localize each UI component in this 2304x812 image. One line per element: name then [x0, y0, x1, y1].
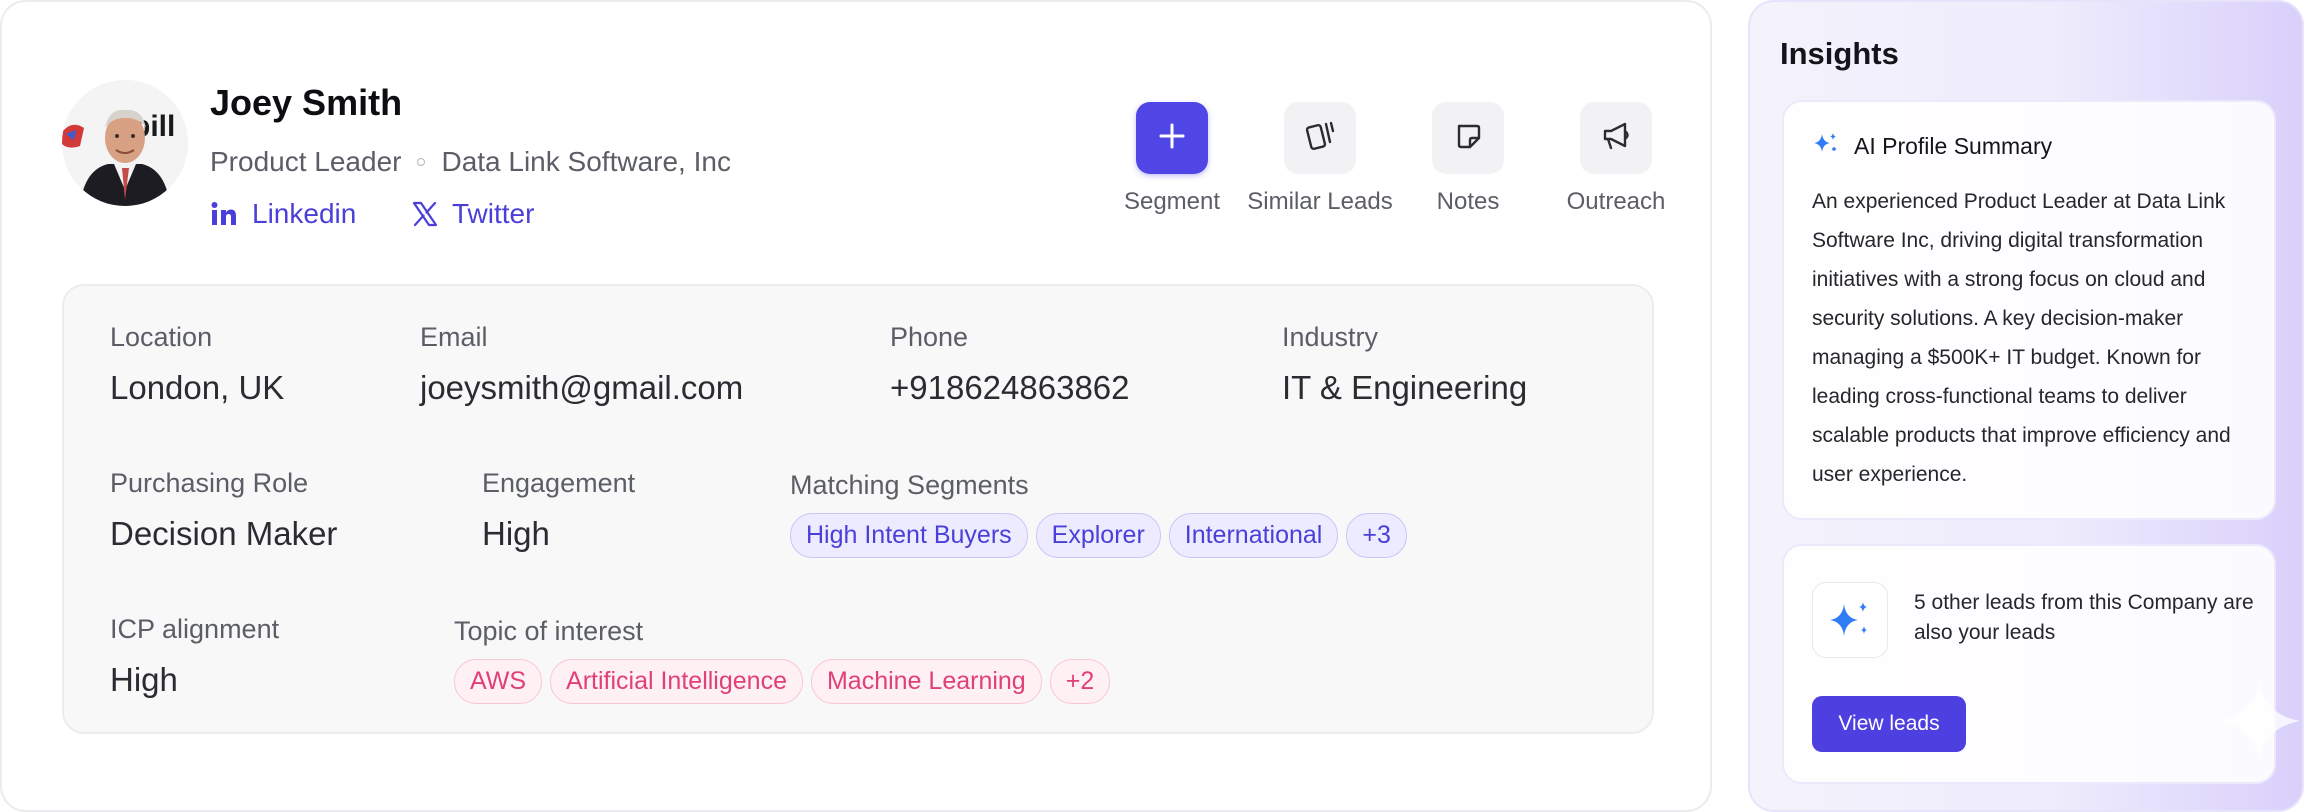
twitter-label: Twitter [452, 198, 535, 229]
outreach-button[interactable] [1580, 102, 1652, 174]
company-leads-card: 5 other leads from this Company are also… [1782, 544, 2300, 784]
engagement-value: High [482, 515, 550, 552]
segment-button[interactable] [1136, 102, 1208, 174]
twitter-link[interactable]: Twitter [412, 198, 534, 230]
separator-dot [417, 158, 426, 166]
location-field: Location London, UK [110, 322, 284, 407]
email-value[interactable]: joeysmith@gmail.com [420, 369, 743, 407]
megaphone-icon [1599, 119, 1633, 158]
lead-title: Product Leader [210, 146, 402, 177]
lead-company: Data Link Software, Inc [441, 146, 731, 177]
plus-icon [1157, 121, 1187, 156]
topic-chip[interactable]: AWS [454, 659, 543, 704]
ai-summary-text: An experienced Product Leader at Data Li… [1812, 190, 2231, 486]
insights-panel: Insights AI Profile Summary An experienc… [1748, 0, 2304, 812]
ai-profile-summary-card: AI Profile Summary An experienced Produc… [1782, 100, 2276, 520]
phone-field: Phone +918624863862 [890, 322, 1130, 407]
topic-chips: AWS Artificial Intelligence Machine Lear… [454, 659, 1118, 704]
similar-leads-action[interactable]: Similar Leads [1246, 102, 1394, 216]
location-label: Location [110, 322, 213, 352]
email-label: Email [420, 322, 488, 352]
icp-alignment-label: ICP alignment [110, 614, 280, 644]
icp-alignment-value: High [110, 661, 178, 698]
decorative-star-icon [2214, 676, 2302, 771]
purchasing-role-field: Purchasing Role Decision Maker [110, 468, 337, 553]
location-value: London, UK [110, 369, 285, 406]
linkedin-icon [210, 200, 238, 228]
purchasing-role-value: Decision Maker [110, 515, 338, 552]
notes-button[interactable] [1432, 102, 1504, 174]
email-field: Email joeysmith@gmail.com [420, 322, 743, 407]
icp-alignment-field: ICP alignment High [110, 614, 279, 699]
topic-of-interest-field: Topic of interest AWS Artificial Intelli… [454, 616, 1118, 704]
purchasing-role-label: Purchasing Role [110, 468, 309, 498]
linkedin-label: Linkedin [252, 198, 357, 229]
matching-segments-chips: High Intent Buyers Explorer Internationa… [790, 513, 1415, 558]
matching-segments-field: Matching Segments High Intent Buyers Exp… [790, 470, 1415, 558]
linkedin-link[interactable]: Linkedin [210, 198, 356, 230]
outreach-label: Outreach [1566, 188, 1666, 215]
topic-of-interest-label: Topic of interest [454, 616, 644, 646]
similar-leads-label: Similar Leads [1247, 188, 1393, 215]
similar-leads-button[interactable] [1284, 102, 1356, 174]
topic-chip[interactable]: Artificial Intelligence [550, 659, 803, 704]
lead-actions: Segment Similar Leads Notes Outreach [1098, 102, 1690, 216]
segment-chip[interactable]: Explorer [1035, 513, 1161, 558]
matching-segments-label: Matching Segments [790, 470, 1029, 500]
lead-name: Joey Smith [210, 82, 403, 123]
cards-icon [1302, 118, 1338, 159]
view-leads-button[interactable]: View leads [1812, 696, 1966, 752]
segment-chip[interactable]: International [1168, 513, 1339, 558]
segment-action[interactable]: Segment [1098, 102, 1246, 216]
note-icon [1452, 120, 1484, 157]
phone-label: Phone [890, 322, 969, 352]
outreach-action[interactable]: Outreach [1542, 102, 1690, 216]
segment-label: Segment [1123, 188, 1221, 215]
sparkle-icon [1812, 130, 1840, 163]
notes-label: Notes [1436, 188, 1500, 215]
industry-value: IT & Engineering [1282, 369, 1528, 406]
lead-subtitle: Product Leader Data Link Software, Inc [210, 146, 731, 178]
engagement-label: Engagement [482, 468, 636, 498]
x-twitter-icon [412, 201, 438, 227]
sparkle-badge [1812, 582, 1888, 658]
avatar: bill [62, 80, 188, 206]
lead-profile-card: bill Joey Smith Product Leader Data Link… [0, 0, 1712, 812]
topic-chip[interactable]: Machine Learning [810, 659, 1042, 704]
notes-action[interactable]: Notes [1394, 102, 1542, 216]
sparkle-icon [1826, 594, 1874, 647]
phone-value[interactable]: +918624863862 [890, 369, 1130, 407]
more-topics-chip[interactable]: +2 [1049, 659, 1111, 704]
ai-summary-header: AI Profile Summary [1812, 130, 2052, 163]
ai-summary-title: AI Profile Summary [1854, 133, 2053, 159]
company-leads-text: 5 other leads from this Company are also… [1914, 591, 2254, 644]
industry-label: Industry [1282, 322, 1379, 352]
segment-chip[interactable]: High Intent Buyers [790, 513, 1028, 558]
insights-title: Insights [1780, 36, 1899, 71]
engagement-field: Engagement High [482, 468, 635, 553]
lead-details-panel: Location London, UK Email joeysmith@gmai… [62, 284, 1654, 734]
more-segments-chip[interactable]: +3 [1346, 513, 1407, 558]
industry-field: Industry IT & Engineering [1282, 322, 1527, 407]
